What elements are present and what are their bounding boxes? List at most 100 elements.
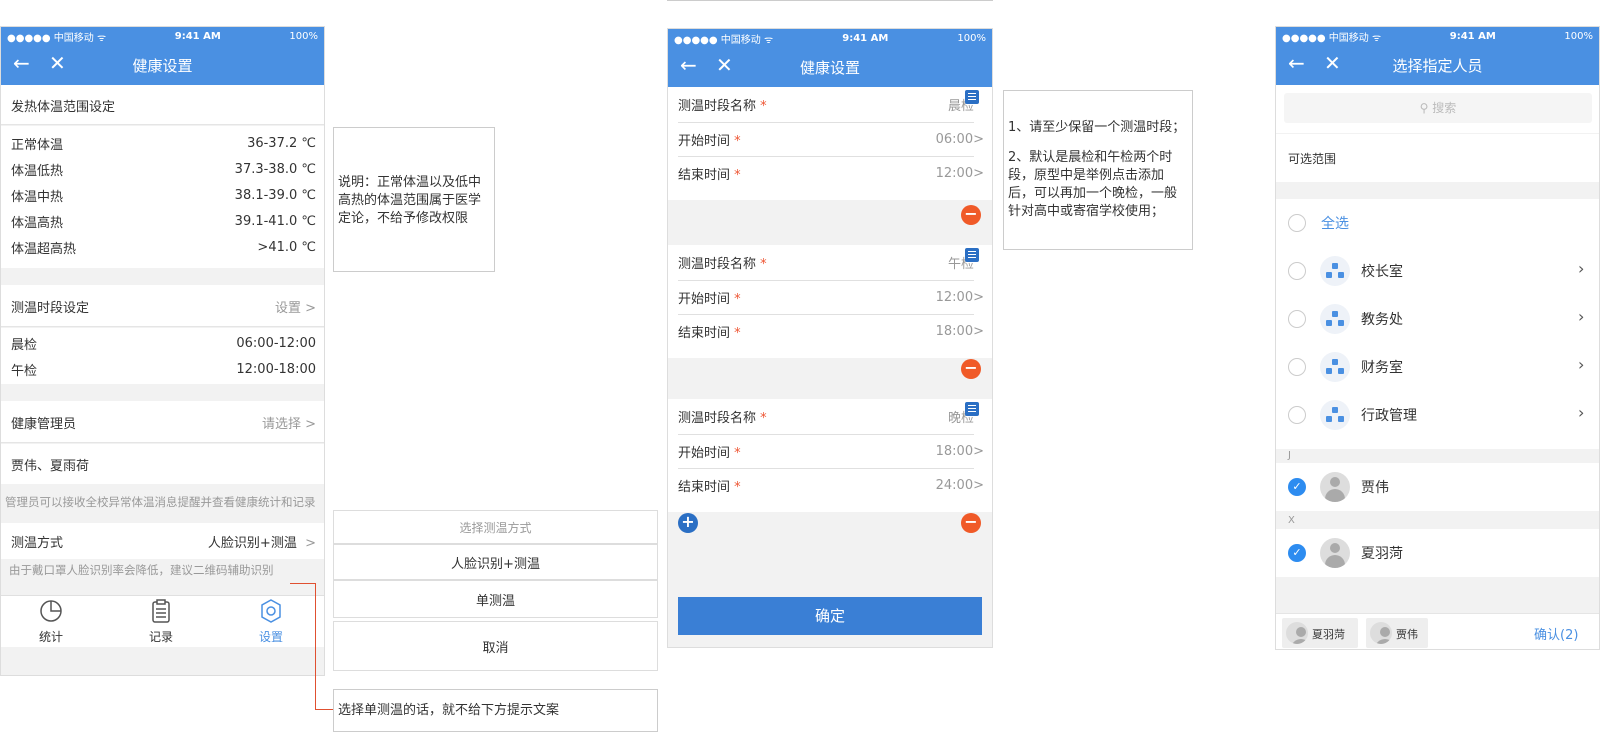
tab-bar: 统计 记录 设置	[1, 595, 324, 647]
fever-label: 体温中热	[11, 189, 64, 205]
battery-label: 100%	[1564, 30, 1593, 42]
fever-row: 体温中热 38.1-39.0 ℃	[1, 182, 324, 208]
chip-label: 贾伟	[1396, 628, 1418, 641]
group-header-j: J	[1288, 450, 1291, 461]
fever-value: 36-37.2 ℃	[247, 135, 316, 151]
method-label: 测温方式	[11, 535, 64, 551]
remove-period-button[interactable]: −	[961, 513, 981, 533]
confirm-selection-button[interactable]: 确认(2)	[1534, 624, 1578, 643]
edit-doc-icon[interactable]	[965, 402, 979, 416]
org-chart-icon	[1320, 304, 1350, 334]
dept-checkbox[interactable]	[1288, 262, 1306, 280]
remove-period-button[interactable]: −	[961, 205, 981, 225]
back-arrow-icon[interactable]: ←	[680, 55, 697, 75]
end-time-row[interactable]: 结束时间 * 12:00>	[668, 156, 992, 190]
period-header[interactable]: 测温时段设定 设置 >	[1, 285, 324, 327]
required-star: *	[734, 479, 741, 495]
required-star: *	[734, 325, 741, 341]
screen-health-settings: ●●●●● 中国移动 ᯤ 9:41 AM 100% ← ✕ 健康设置 发热体温范…	[0, 26, 325, 676]
close-icon[interactable]: ✕	[49, 53, 66, 73]
sheet-cancel-button[interactable]: 取消	[333, 621, 658, 671]
dept-row[interactable]: 教务处 ›	[1276, 295, 1599, 343]
start-label: 开始时间	[678, 445, 731, 461]
start-time-row[interactable]: 开始时间 * 06:00>	[668, 122, 992, 156]
dept-row[interactable]: 校长室 ›	[1276, 247, 1599, 295]
tab-settings[interactable]: 设置	[246, 598, 296, 645]
tab-records[interactable]: 记录	[136, 598, 186, 645]
sheet-option-temp-only[interactable]: 单测温	[333, 580, 658, 618]
required-star: *	[734, 167, 741, 183]
person-name: 夏羽菏	[1361, 546, 1403, 562]
admin-select-link[interactable]: 请选择 >	[262, 413, 316, 432]
close-icon[interactable]: ✕	[1324, 53, 1341, 73]
period-label: 晨检	[11, 337, 38, 353]
chevron-right-icon[interactable]: ›	[1578, 307, 1584, 326]
start-time-row[interactable]: 开始时间 * 12:00>	[668, 280, 992, 314]
start-label: 开始时间	[678, 291, 731, 307]
nav-bar: ← ✕ 健康设置	[668, 47, 992, 87]
chevron-right-icon[interactable]: ›	[1578, 259, 1584, 278]
chevron-right-icon[interactable]: ›	[1578, 355, 1584, 374]
period-value: 06:00-12:00	[236, 335, 316, 351]
method-hint: 由于戴口罩人脸识别率会降低，建议二维码辅助识别	[9, 563, 274, 577]
back-arrow-icon[interactable]: ←	[13, 53, 30, 73]
required-star: *	[760, 257, 767, 272]
confirm-button[interactable]: 确定	[678, 597, 982, 635]
tab-stats[interactable]: 统计	[26, 598, 76, 645]
select-all-row[interactable]: 全选	[1276, 199, 1599, 247]
search-placeholder: 搜索	[1432, 101, 1457, 115]
fever-row: 正常体温 36-37.2 ℃	[1, 130, 324, 156]
carrier-label: ●●●●● 中国移动 ᯤ	[1282, 32, 1382, 44]
connector-line	[315, 709, 333, 710]
carrier-label: ●●●●● 中国移动 ᯤ	[674, 34, 774, 46]
checked-icon[interactable]: ✓	[1288, 478, 1306, 496]
dept-checkbox[interactable]	[1288, 358, 1306, 376]
clipboard-icon	[152, 599, 170, 623]
admin-header[interactable]: 健康管理员 请选择 >	[1, 401, 324, 443]
carrier-label: ●●●●● 中国移动 ᯤ	[7, 32, 107, 44]
required-star: *	[734, 133, 741, 149]
end-time-row[interactable]: 结束时间 * 18:00>	[668, 314, 992, 348]
method-value: 人脸识别+测温	[207, 535, 297, 551]
chevron-right-icon[interactable]: ›	[1578, 403, 1584, 422]
period-set-link[interactable]: 设置 >	[275, 297, 316, 316]
sheet-option-face[interactable]: 人脸识别+测温	[333, 544, 658, 580]
end-time-row[interactable]: 结束时间 * 24:00>	[668, 468, 992, 502]
add-period-button[interactable]: +	[678, 513, 698, 533]
person-name: 贾伟	[1361, 480, 1389, 496]
selected-chip[interactable]: 夏羽菏	[1282, 618, 1358, 648]
method-row[interactable]: 测温方式 人脸识别+测温 >	[1, 523, 324, 559]
end-value: 18:00	[935, 323, 974, 339]
fever-row: 体温低热 37.3-38.0 ℃	[1, 156, 324, 182]
period-name-row[interactable]: 测温时段名称 * 午检	[668, 245, 992, 280]
person-row[interactable]: ✓ 夏羽菏	[1276, 529, 1599, 577]
edit-doc-icon[interactable]	[965, 248, 979, 262]
time-label: 9:41 AM	[174, 30, 221, 42]
selected-chip[interactable]: 贾伟	[1366, 618, 1428, 648]
note-temp-only: 选择单测温的话，就不给下方提示文案	[333, 689, 658, 732]
remove-period-button[interactable]: −	[961, 359, 981, 379]
period-name-row[interactable]: 测温时段名称 * 晨检	[668, 87, 992, 122]
dept-checkbox[interactable]	[1288, 406, 1306, 424]
time-label: 9:41 AM	[842, 32, 889, 44]
admin-label: 健康管理员	[11, 416, 77, 432]
start-time-row[interactable]: 开始时间 * 18:00>	[668, 434, 992, 468]
person-row[interactable]: ✓ 贾伟	[1276, 463, 1599, 511]
dept-row[interactable]: 财务室 ›	[1276, 343, 1599, 391]
dept-row[interactable]: 行政管理 ›	[1276, 391, 1599, 439]
screen-period-settings: ●●●●● 中国移动 ᯤ 9:41 AM 100% ← ✕ 健康设置 测温时段名…	[667, 28, 993, 648]
period-name-row[interactable]: 测温时段名称 * 晚检	[668, 399, 992, 434]
checked-icon[interactable]: ✓	[1288, 544, 1306, 562]
edit-doc-icon[interactable]	[965, 90, 979, 104]
search-input[interactable]: ⚲ 搜索	[1284, 93, 1592, 123]
back-arrow-icon[interactable]: ←	[1288, 53, 1305, 73]
required-star: *	[760, 99, 767, 114]
admin-hint: 管理员可以接收全校异常体温消息提醒并查看健康统计和记录	[5, 495, 316, 509]
dept-checkbox[interactable]	[1288, 310, 1306, 328]
org-chart-icon	[1320, 352, 1350, 382]
status-bar: ●●●●● 中国移动 ᯤ 9:41 AM 100%	[1276, 27, 1599, 45]
nav-bar: ← ✕ 健康设置	[1, 45, 324, 85]
note-periods: 1、请至少保留一个测温时段； 2、默认是晨检和午检两个时段，原型中是举例点击添加…	[1003, 90, 1193, 250]
close-icon[interactable]: ✕	[716, 55, 733, 75]
select-all-checkbox[interactable]	[1288, 214, 1306, 232]
